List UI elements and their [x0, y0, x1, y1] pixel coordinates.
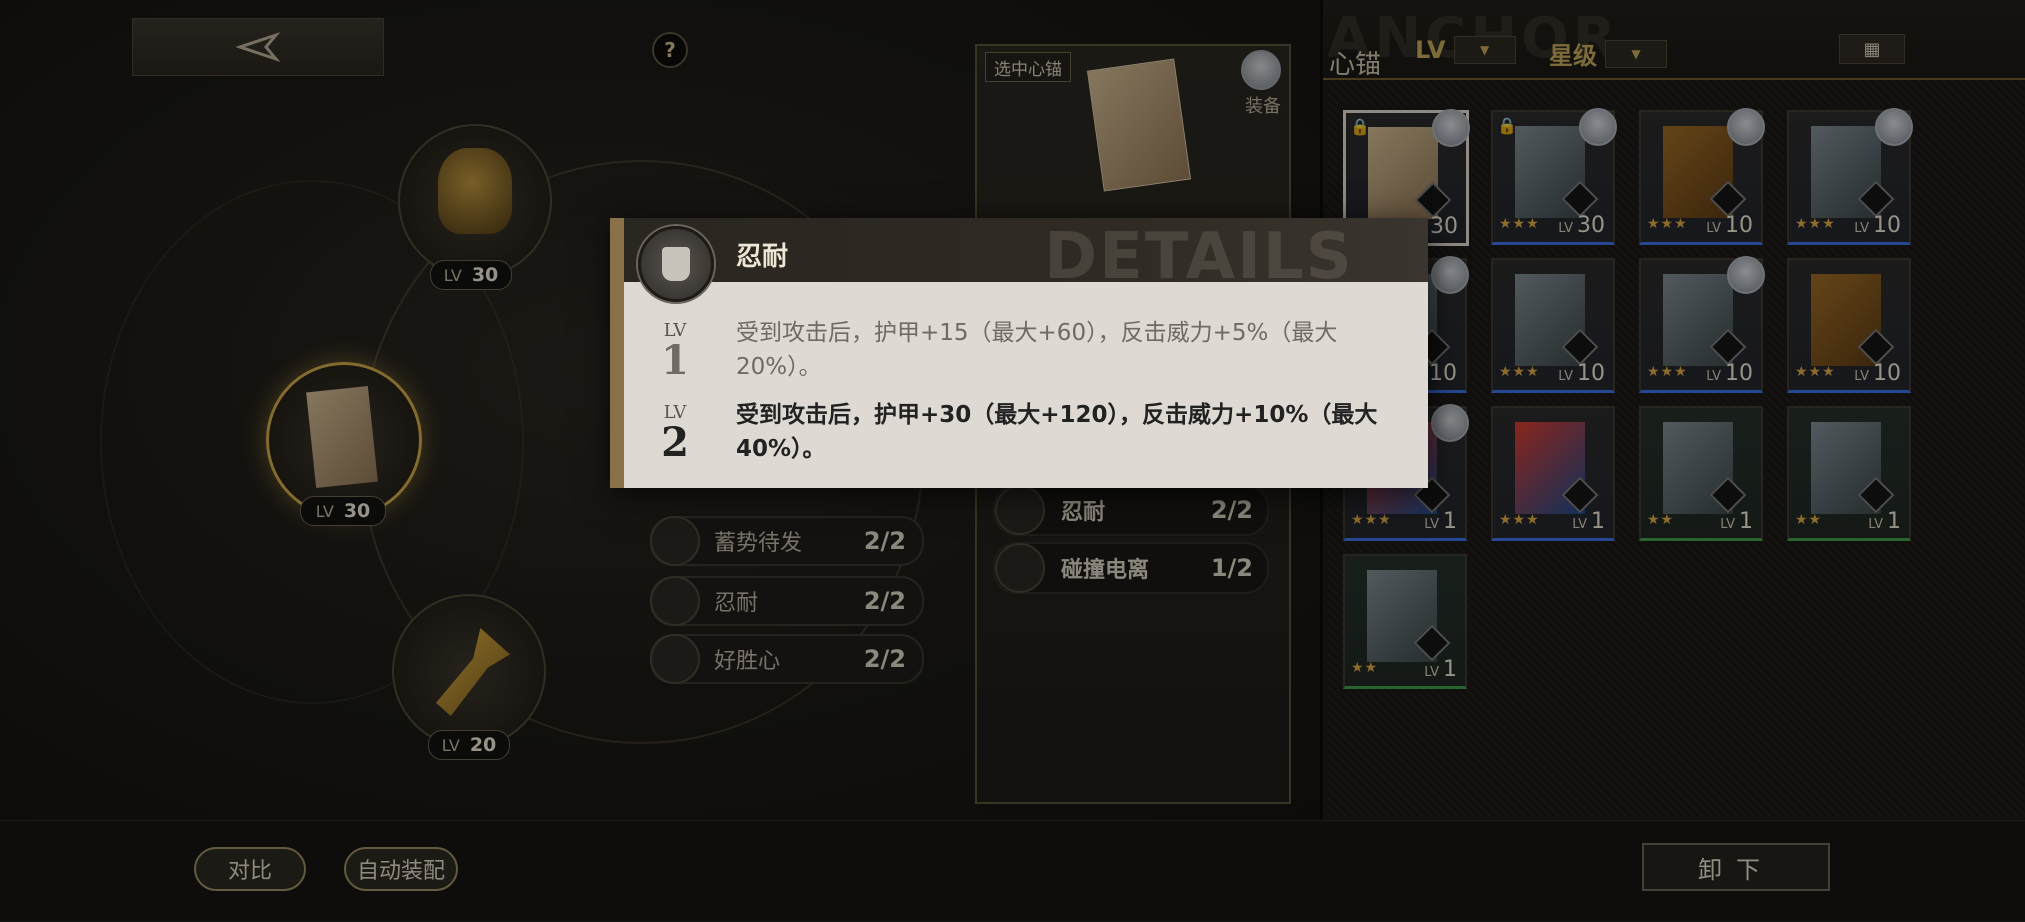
level-2-badge: LV 2 — [661, 402, 689, 466]
popup-header: DETAILS 忍耐 — [624, 218, 1428, 294]
popup-title: 忍耐 — [736, 242, 789, 272]
level-1-badge: LV 1 — [661, 320, 689, 384]
level-2-description: 受到攻击后，护甲+30（最大+120），反击威力+10%（最大40%）。 — [736, 402, 1378, 462]
trait-detail-popup: DETAILS 忍耐 LV 1 受到攻击后，护甲+15（最大+60），反击威力+… — [610, 218, 1428, 488]
level-1-description: 受到攻击后，护甲+15（最大+60），反击威力+5%（最大20%）。 — [736, 320, 1338, 380]
popup-body: LV 1 受到攻击后，护甲+15（最大+60），反击威力+5%（最大20%）。 … — [624, 282, 1428, 488]
shield-icon — [638, 226, 714, 302]
